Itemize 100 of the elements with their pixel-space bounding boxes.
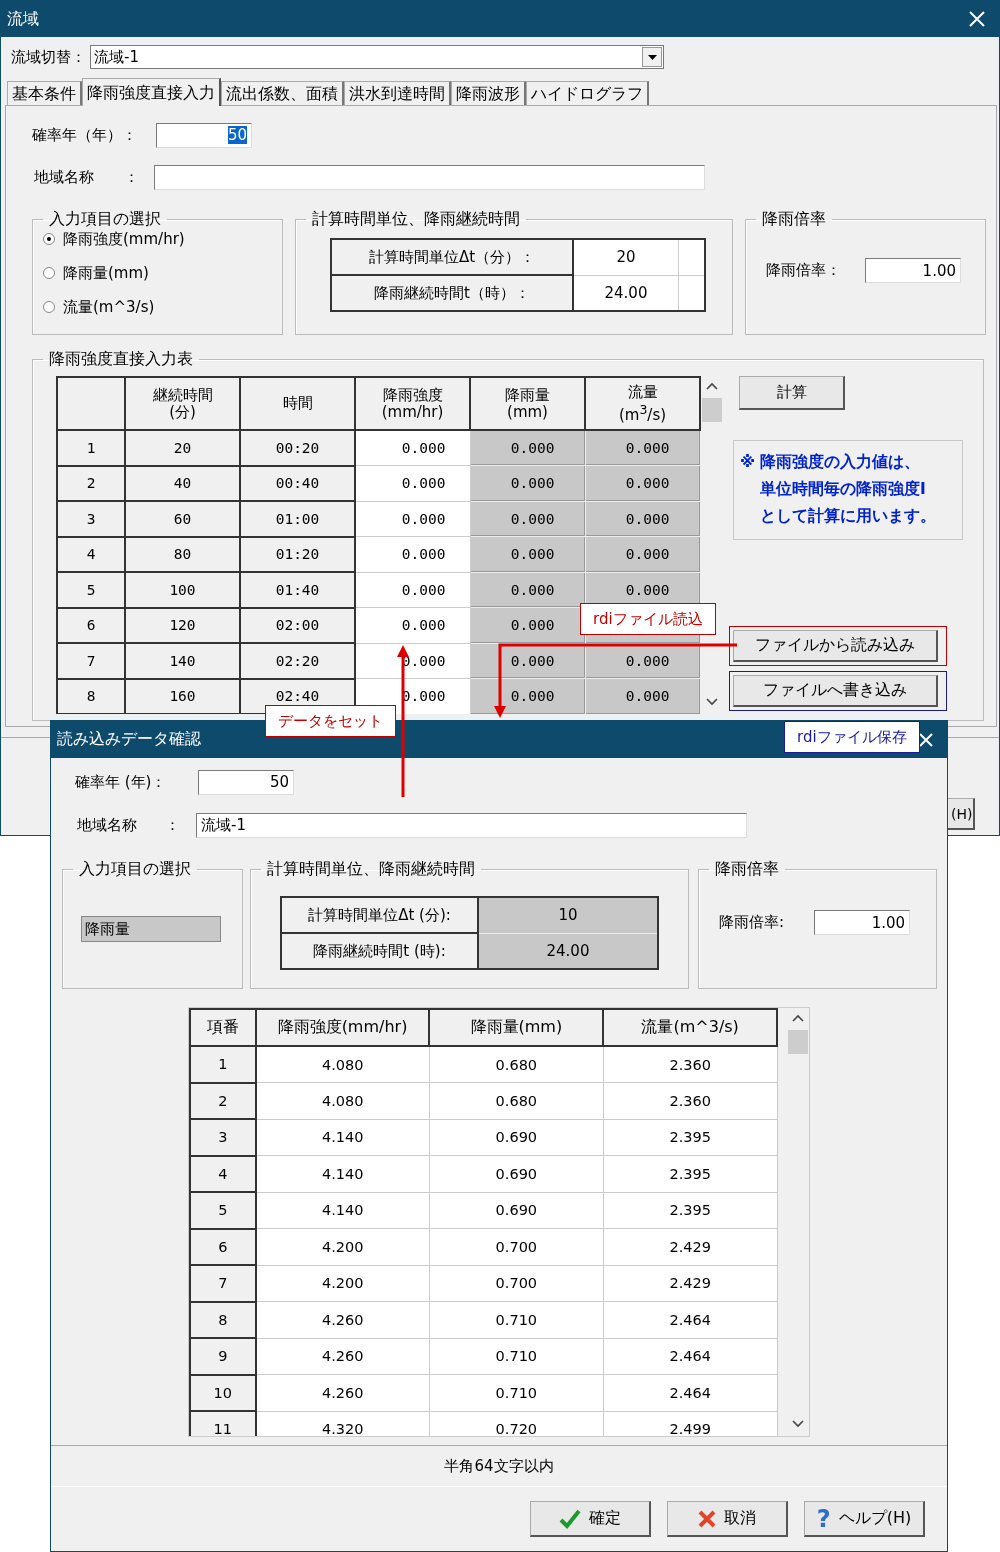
table-cell: 計算時間単位Δt (分): [281,897,478,933]
column-header: 継続時間 (分) [125,377,240,430]
region-name-field[interactable] [154,164,705,190]
table-cell: 4.260 [255,1301,430,1338]
table-cell[interactable]: 0.000 [355,572,470,608]
field-label: 降雨倍率: [719,913,785,932]
readonly-field: 降雨量 [81,916,221,942]
status-text: 半角64文字以内 [444,1456,554,1476]
table-cell: 8 [190,1301,256,1338]
table-cell: 0.710 [429,1374,604,1411]
field-label: 地域名称 [34,167,95,187]
group-title: 降雨強度直接入力表 [48,349,194,370]
file-button[interactable]: ファイルから読み込み [733,630,938,662]
table-cell: 0.000 [470,536,585,572]
calculate-button[interactable]: 計算 [739,376,845,410]
cancel-button[interactable]: 取消 [667,1501,788,1537]
table-cell: 02:20 [240,643,355,679]
table-cell: 0.700 [429,1228,604,1265]
table-cell: 2 [190,1082,256,1119]
scroll-up-icon[interactable] [706,382,718,390]
table-cell: 0.000 [585,678,700,714]
column-header: 降雨強度 (mm/hr) [355,377,470,430]
table-cell: 0.000 [585,430,700,466]
field-label: 確率年（年）： [32,125,138,145]
table-cell: 0.000 [470,465,585,501]
radio-option[interactable]: 流量(m^3/s) [43,290,282,324]
table-cell: 4 [190,1155,256,1192]
probability-year-field[interactable]: 50 [156,122,252,148]
table-cell: 4.140 [255,1192,430,1229]
table-cell: 4.200 [255,1265,430,1302]
table-cell[interactable]: 24.00 [573,275,679,311]
tab[interactable]: 洪水到達時間 [344,81,451,105]
table-cell: 4.260 [255,1338,430,1375]
cross-icon [698,1509,716,1528]
table-cell: 10 [478,897,658,933]
column-header: 流量 (m$^{3}$/s) [585,377,700,430]
table-cell[interactable]: 0.000 [355,501,470,537]
table-cell: 0.700 [429,1265,604,1302]
table-cell: 0.680 [429,1082,604,1119]
callout-label: データをセット [265,705,396,737]
file-button[interactable]: ファイルへ書き込み [733,675,938,707]
tab[interactable]: 基本条件 [7,81,82,105]
group-title: 降雨倍率 [714,859,780,880]
scroll-thumb[interactable] [788,1030,809,1054]
table-cell: 2.464 [603,1374,778,1411]
table-cell[interactable]: 20 [573,239,679,275]
tab[interactable]: 降雨波形 [451,81,526,105]
table-cell: 120 [125,607,240,643]
radio-button[interactable] [43,301,55,313]
group-title: 入力項目の選択 [48,209,162,230]
table-cell: 0.690 [429,1119,604,1156]
scroll-down-icon[interactable] [706,698,718,706]
column-header: 流量(m^3/s) [603,1009,778,1046]
table-cell: 0.000 [470,572,585,608]
table-cell: 2.395 [603,1119,778,1156]
table-cell: 0.720 [429,1411,604,1436]
region-name-field[interactable]: 流域-1 [196,812,747,838]
rain-factor-field[interactable]: 1.00 [865,258,961,283]
table-cell: 5 [57,572,125,608]
close-icon[interactable] [919,732,933,747]
table-cell: 2.429 [603,1265,778,1302]
radio-button[interactable] [43,233,55,245]
table-cell[interactable]: 0.000 [355,465,470,501]
table-cell: 6 [57,607,125,643]
table-cell: 100 [125,572,240,608]
radio-button[interactable] [43,267,55,279]
table-cell: 01:00 [240,501,355,537]
field-label: 地域名称 [77,815,138,835]
table-cell: 7 [190,1265,256,1302]
table-cell: 2 [57,465,125,501]
table-cell: 2.464 [603,1338,778,1375]
table-cell: 4 [57,536,125,572]
table-cell: 2.464 [603,1301,778,1338]
tab[interactable]: 降雨強度直接入力 [82,78,221,106]
table-cell: 160 [125,678,240,714]
scroll-up-icon[interactable] [792,1014,805,1022]
table-cell[interactable]: 0.000 [355,607,470,643]
table-cell: 降雨継続時間t (時): [281,933,478,969]
scroll-down-icon[interactable] [792,1420,805,1428]
probability-year-field[interactable]: 50 [198,769,294,795]
table-cell: 降雨継続時間t（時）： [331,275,573,311]
window-title: 流域 [7,8,39,30]
close-icon[interactable] [969,11,985,27]
table-cell: 0.000 [585,536,700,572]
table-cell: 2.360 [603,1046,778,1083]
table-cell: 11 [190,1411,256,1436]
table-cell[interactable]: 0.000 [355,430,470,466]
radio-option[interactable]: 降雨量(mm) [43,256,282,290]
scroll-thumb[interactable] [702,398,722,422]
table-cell: 8 [57,678,125,714]
help-button[interactable]: ? ヘルプ(H) [804,1501,925,1537]
tab[interactable]: 流出係数、面積 [221,81,344,105]
group-title: 降雨倍率 [761,209,827,230]
table-cell[interactable]: 0.000 [355,536,470,572]
note-text: ※ 降雨強度の入力値は、 [740,452,922,473]
confirm-button[interactable]: 確定 [530,1501,651,1537]
rain-factor-field[interactable]: 1.00 [814,910,911,935]
basin-dropdown[interactable]: 流域-1 [90,45,664,69]
table-cell: 02:00 [240,607,355,643]
tab[interactable]: ハイドログラフ [526,81,649,105]
